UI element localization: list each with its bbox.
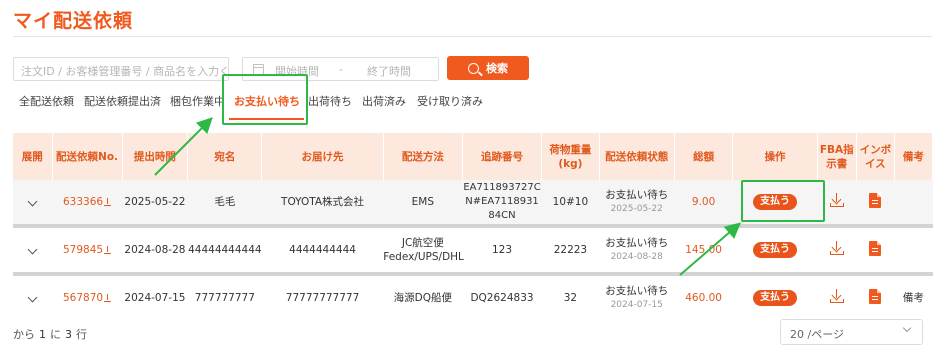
status-date: 2024-08-28	[610, 252, 663, 262]
end-date-field[interactable]: 終了時間	[367, 63, 411, 79]
destination: 77777777777	[285, 292, 360, 304]
col-expand: 展開	[13, 133, 53, 180]
invoice-document-icon[interactable]	[869, 240, 882, 256]
submit-time: 2024-07-15	[124, 292, 186, 304]
download-icon[interactable]	[829, 193, 844, 207]
total: 460.00	[685, 292, 722, 304]
orders-table: 展開 配送依頼No. 提出時間 宛名 お届け先 配送方法 追跡番号 荷物重量(k…	[13, 133, 934, 320]
tracking-number: DQ2624833	[470, 292, 534, 304]
weight: 32	[563, 292, 578, 304]
shipping-method: 海源DQ船便	[393, 292, 452, 304]
row-count-mid: に	[50, 328, 61, 341]
download-small-icon[interactable]	[104, 198, 112, 206]
expand-chevron-icon[interactable]	[27, 196, 38, 207]
tab-received[interactable]: 受け取り済み	[417, 93, 483, 109]
note: 備考	[902, 292, 924, 304]
invoice-document-icon[interactable]	[869, 192, 882, 208]
pay-button[interactable]: 支払う	[753, 242, 798, 258]
submit-time: 2025-05-22	[124, 196, 186, 208]
col-destination: お届け先	[261, 133, 384, 180]
tab-submitted[interactable]: 配送依頼提出済	[84, 93, 161, 109]
col-request-no[interactable]: 配送依頼No.	[52, 133, 123, 180]
destination: TOYOTA株式会社	[281, 196, 365, 208]
col-total: 総額	[674, 133, 734, 180]
pay-button[interactable]: 支払う	[753, 290, 798, 306]
recipient: 777777777	[194, 292, 255, 304]
request-no-link[interactable]: 567870	[63, 292, 103, 304]
search-button[interactable]: 検索	[447, 56, 529, 80]
table-row: 567870 2024-07-15 777777777 77777777777 …	[13, 276, 933, 320]
status: お支払い待ち	[605, 189, 669, 201]
shipping-method: JC航空便Fedex/UPS/DHL	[383, 237, 464, 263]
expand-chevron-icon[interactable]	[27, 292, 38, 303]
col-fba: FBA指示書	[817, 133, 857, 180]
expand-chevron-icon[interactable]	[27, 244, 38, 255]
page-size-select[interactable]: 20 /ページ	[780, 319, 923, 345]
total: 145.00	[685, 244, 722, 256]
note	[894, 228, 932, 272]
tab-awaiting-shipment[interactable]: 出荷待ち	[308, 93, 352, 109]
range-separator: -	[339, 63, 343, 76]
row-count-prefix: から	[13, 328, 35, 341]
table-row: 579845 2024-08-28 44444444444 4444444444…	[13, 228, 933, 272]
row-count: から 1 に 3 行	[13, 326, 87, 342]
weight: 10#10	[552, 196, 589, 208]
search-icon	[468, 62, 479, 74]
page-title: マイ配送依頼	[13, 10, 134, 32]
invoice-document-icon[interactable]	[869, 288, 882, 304]
download-icon[interactable]	[829, 241, 844, 255]
shipping-method: EMS	[411, 196, 434, 208]
request-no-link[interactable]: 633366	[63, 196, 103, 208]
request-no-link[interactable]: 579845	[63, 244, 103, 256]
highlight-box-tab	[222, 74, 308, 125]
col-action: 操作	[732, 133, 818, 180]
chevron-down-icon	[902, 323, 912, 333]
tracking-number: 123	[491, 244, 513, 256]
recipient: 毛毛	[214, 196, 236, 208]
tab-shipped[interactable]: 出荷済み	[362, 93, 406, 109]
download-small-icon[interactable]	[104, 294, 112, 302]
tracking-number: EA711893727CN#EA711893184CN	[463, 182, 541, 221]
col-submit-time[interactable]: 提出時間	[122, 133, 189, 180]
destination: 4444444444	[289, 244, 356, 256]
tab-packing[interactable]: 梱包作業中	[170, 93, 225, 109]
search-button-label: 検索	[486, 62, 508, 75]
table-header-row: 展開 配送依頼No. 提出時間 宛名 お届け先 配送方法 追跡番号 荷物重量(k…	[13, 133, 934, 180]
download-small-icon[interactable]	[104, 246, 112, 254]
status: お支払い待ち	[605, 237, 669, 249]
download-icon[interactable]	[829, 289, 844, 303]
row-count-suffix: 行	[76, 328, 87, 341]
status-date: 2025-05-22	[610, 204, 663, 214]
col-invoice: インボイス	[856, 133, 895, 180]
note	[894, 180, 932, 224]
divider	[13, 36, 932, 37]
row-count-from: 1	[39, 328, 46, 341]
col-tracking: 追跡番号	[462, 133, 543, 180]
submit-time: 2024-08-28	[124, 244, 186, 256]
total: 9.00	[691, 196, 716, 208]
col-note: 備考	[894, 133, 934, 180]
row-count-total: 3	[65, 328, 72, 341]
recipient: 44444444444	[188, 244, 262, 256]
col-weight: 荷物重量(kg)	[541, 133, 600, 180]
status: お支払い待ち	[605, 285, 669, 297]
col-recipient: 宛名	[187, 133, 263, 180]
status-date: 2024-07-15	[610, 300, 663, 310]
search-input[interactable]: 注文ID / お客様管理番号 / 商品名を入力くださ	[13, 57, 229, 81]
weight: 22223	[553, 244, 588, 256]
highlight-box-pay	[741, 180, 825, 222]
col-status: 配送依頼状態	[599, 133, 675, 180]
col-method: 配送方法	[383, 133, 463, 180]
page-size-value: 20 /ページ	[790, 328, 844, 341]
tab-all[interactable]: 全配送依頼	[19, 93, 74, 109]
